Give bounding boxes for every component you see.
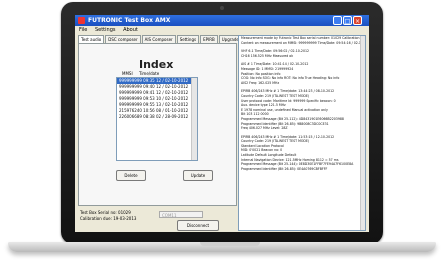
close-button[interactable]: × [353, 16, 362, 25]
laptop-base [8, 242, 436, 252]
menu-about[interactable]: About [123, 27, 138, 33]
app-icon [78, 17, 85, 24]
log-line: Content on measurement on MMSI: 99999999… [241, 40, 366, 45]
index-panel: Index MMSI Time/date 999999999 09:35 12 … [78, 43, 237, 206]
minimize-button[interactable]: _ [333, 16, 342, 25]
index-list[interactable]: 999999999 09:35 12 / 02-10-2012 99999999… [116, 77, 198, 161]
camera-icon [220, 6, 224, 10]
index-title: Index [139, 58, 174, 71]
column-time-date: Time/date [139, 71, 160, 76]
maximize-button[interactable]: □ [343, 16, 352, 25]
menu-bar: File Settings About [75, 26, 369, 34]
log-scrollbar[interactable] [360, 36, 365, 230]
menu-settings[interactable]: Settings [95, 27, 116, 33]
update-button[interactable]: Update [183, 170, 213, 181]
tab-strip: Test audio DSC composer AIS Composer Set… [78, 35, 243, 43]
tab-test-audio[interactable]: Test audio [78, 35, 105, 43]
log-line: Measurement made by Futronic Test Box se… [241, 36, 365, 40]
tab-epirb[interactable]: EPIRB [200, 35, 218, 43]
measurement-log[interactable]: Measurement made by Futronic Test Box se… [238, 35, 366, 231]
tab-ais-composer[interactable]: AIS Composer [141, 35, 176, 43]
delete-button[interactable]: Delete [116, 170, 146, 181]
trackpad-notch [200, 242, 260, 246]
tab-settings[interactable]: Settings [176, 35, 200, 43]
tab-dsc-composer[interactable]: DSC composer [105, 35, 141, 43]
serial-number-label: Test Box Serial no: 01029 [80, 210, 131, 215]
list-scrollbar[interactable] [191, 78, 197, 160]
title-bar[interactable]: FUTRONIC Test Box AMX _ □ × [75, 15, 369, 26]
calibration-label: Calibration due: 19-03-2013 [80, 216, 137, 221]
log-content: Measurement made by Futronic Test Box se… [239, 36, 365, 171]
window-title: FUTRONIC Test Box AMX [88, 17, 171, 24]
menu-file[interactable]: File [79, 27, 87, 33]
app-window: FUTRONIC Test Box AMX _ □ × File Setting… [75, 15, 369, 232]
column-mmsi: MMSI [122, 71, 133, 76]
log-line: Programmed Identifier (Bit 26-85): 0E4A0… [241, 166, 328, 171]
list-item[interactable]: 226006689 08:38 02 / 28-09-2012 [117, 114, 197, 120]
com-port-select[interactable]: COM11 [159, 211, 203, 218]
disconnect-button[interactable]: Disconnect [177, 220, 219, 231]
laptop-lid: FUTRONIC Test Box AMX _ □ × File Setting… [61, 2, 383, 244]
